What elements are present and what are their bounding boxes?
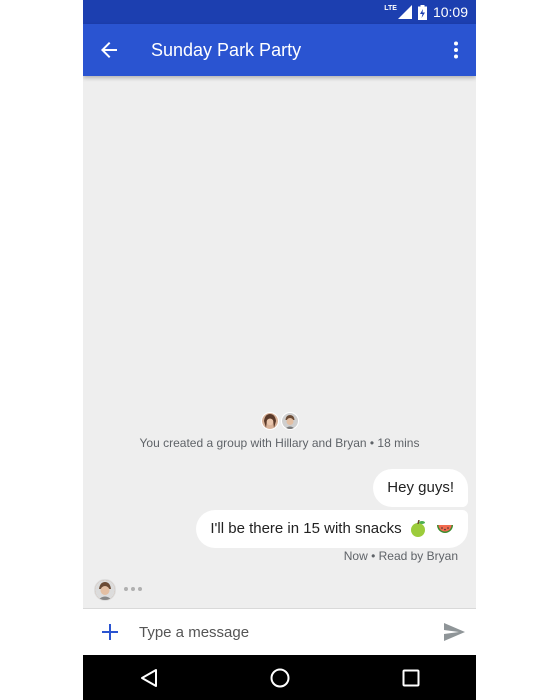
typing-dot	[124, 587, 128, 591]
overflow-menu-button[interactable]	[444, 38, 468, 62]
message-text: I'll be there in 15 with snacks	[210, 520, 402, 537]
compose-bar	[83, 609, 476, 655]
triangle-back-icon	[140, 668, 157, 687]
green-apple-icon	[410, 520, 425, 538]
battery-icon	[417, 4, 427, 20]
group-created-notice: You created a group with Hillary and Bry…	[83, 412, 476, 450]
typing-dot	[131, 587, 135, 591]
avatar-bryan	[280, 412, 299, 430]
message-text: Hey guys!	[387, 479, 454, 496]
back-button[interactable]	[97, 38, 121, 62]
nav-back-button[interactable]	[129, 658, 169, 698]
square-recents-icon	[402, 669, 419, 686]
clock: 10:09	[432, 4, 468, 20]
avatar-hillary	[260, 412, 279, 430]
participant-avatars	[83, 412, 476, 430]
nav-home-button[interactable]	[260, 658, 300, 698]
read-receipt: Now • Read by Bryan	[343, 549, 458, 563]
typing-avatar	[94, 579, 116, 601]
app-bar: Sunday Park Party	[83, 24, 476, 76]
network-type: LTE	[384, 4, 397, 12]
signal-icon	[397, 5, 412, 19]
send-button[interactable]	[442, 620, 466, 644]
watermelon-icon	[437, 525, 453, 534]
add-attachment-button[interactable]	[99, 621, 121, 643]
conversation-title: Sunday Park Party	[151, 39, 302, 60]
circle-home-icon	[270, 668, 289, 687]
messaging-screen: LTE 10:09 Sunday Park Party You created …	[83, 0, 476, 700]
system-navigation-bar	[83, 655, 476, 700]
system-message: You created a group with Hillary and Bry…	[139, 436, 420, 450]
nav-recents-button[interactable]	[391, 658, 431, 698]
typing-dot	[138, 587, 142, 591]
message-bubble[interactable]: I'll be there in 15 with snacks	[196, 510, 468, 548]
status-bar: LTE 10:09	[83, 0, 476, 24]
message-input[interactable]	[137, 622, 442, 642]
typing-indicator	[124, 587, 142, 591]
message-bubble[interactable]: Hey guys!	[373, 469, 468, 507]
plus-icon	[102, 624, 118, 640]
send-icon	[443, 623, 465, 641]
arrow-left-icon	[101, 42, 117, 58]
more-vert-icon	[454, 41, 458, 59]
